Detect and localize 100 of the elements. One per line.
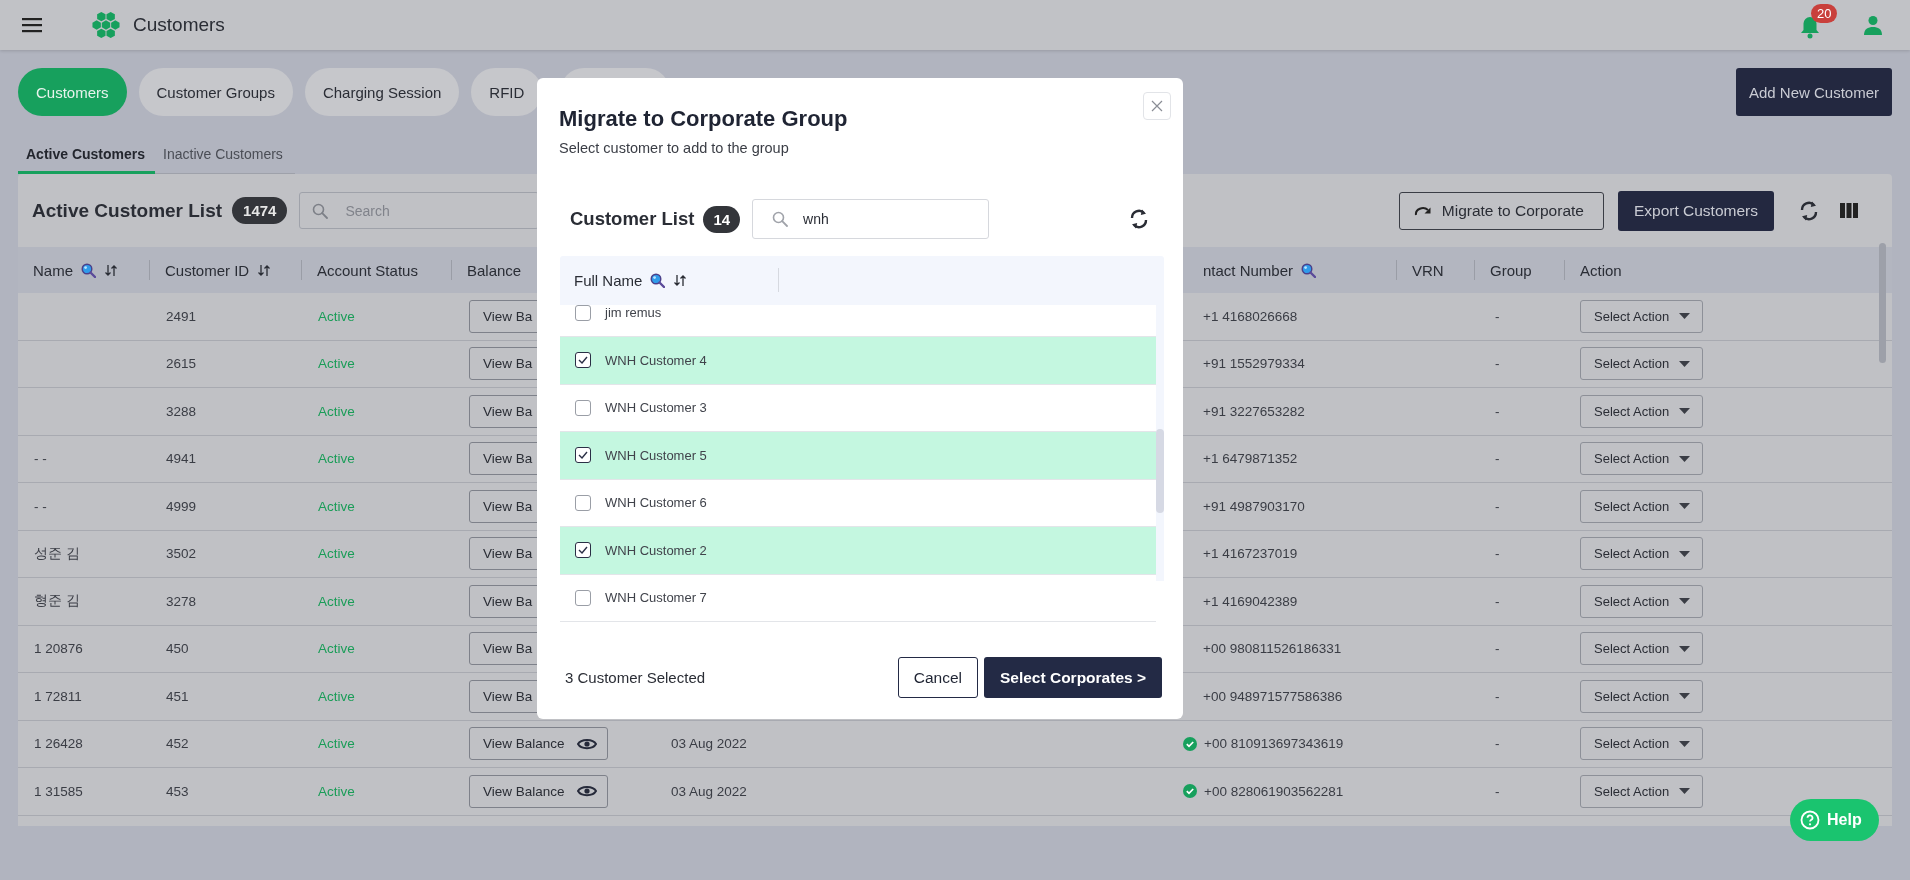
check-icon [578,356,588,365]
select-action-dropdown[interactable]: Select Action [1580,774,1704,808]
checkbox[interactable] [575,447,591,464]
caret-icon [1679,740,1691,747]
select-action-dropdown[interactable]: Select Action [1580,584,1704,618]
search-icon[interactable] [650,273,666,288]
caret-icon [1679,788,1691,795]
caret-icon [1679,313,1691,320]
checkbox[interactable] [575,542,591,559]
status-text: Active [318,546,355,562]
caret-icon [1679,503,1691,510]
caret-icon [1679,645,1691,652]
columns-icon[interactable] [1840,203,1858,218]
migrate-button[interactable]: Migrate to Corporate [1398,191,1604,230]
customer-row[interactable]: WNH Customer 2 [560,527,1156,575]
select-action-dropdown[interactable]: Select Action [1580,347,1704,381]
table-cell: +91 3227653282 [1203,403,1305,419]
export-button[interactable]: Export Customers [1617,190,1774,231]
redo-icon [1413,205,1432,216]
modal-title: Migrate to Corporate Group [559,106,848,132]
table-cell: - [1495,783,1500,799]
add-customer-button[interactable]: Add New Customer [1735,68,1892,116]
customer-name: WNH Customer 2 [605,542,707,558]
checkbox[interactable] [575,352,591,369]
checkbox[interactable] [575,589,591,606]
status-text: Active [318,308,355,324]
select-action-dropdown[interactable]: Select Action [1580,537,1704,571]
status-text: Active [318,498,355,514]
table-cell: +1 4169042389 [1203,593,1298,609]
sort-icon[interactable] [104,263,118,277]
tab[interactable]: Charging Session [304,68,460,116]
table-cell: 2615 [166,356,197,372]
refresh-icon[interactable] [1128,207,1150,231]
select-corporates-button[interactable]: Select Corporates > [983,657,1162,698]
table-cell: +00 980811526186331 [1203,641,1342,657]
modal-subtitle: Select customer to add to the group [559,140,790,156]
select-action-dropdown[interactable]: Select Action [1580,727,1704,761]
search-icon[interactable] [1301,262,1317,278]
table-cell: 1 31585 [34,783,83,799]
search-field[interactable]: wnh [752,199,990,239]
table-cell: 450 [166,641,189,657]
customer-name: WNH Customer 3 [605,400,707,416]
search-icon [312,203,329,219]
search-icon [772,211,789,227]
table-cell: +1 4167237019 [1203,546,1298,562]
select-action-dropdown[interactable]: Select Action [1580,632,1704,666]
sort-icon[interactable] [257,263,272,277]
table-cell: +00 948971577586386 [1203,688,1343,704]
table-cell: - [1495,403,1500,419]
table-cell: +91 1552979334 [1203,356,1305,372]
table-cell: - [1495,688,1500,704]
column-header: Customer ID [165,261,250,279]
select-action-dropdown[interactable]: Select Action [1580,442,1704,476]
select-action-dropdown[interactable]: Select Action [1580,679,1704,713]
column-header: Full Name [574,272,643,289]
list-title: Active Customer List [32,199,223,222]
menu-icon[interactable] [22,17,42,33]
search-field[interactable]: Search [299,192,540,229]
status-text: Active [318,783,355,799]
customer-row[interactable]: WNH Customer 4 [560,337,1156,385]
table-cell: - - [34,498,47,514]
table-cell: - [1495,451,1500,467]
close-button[interactable] [1143,92,1171,120]
checkbox[interactable] [575,494,591,511]
table-cell: 1 20876 [34,641,83,657]
table-cell: +1 6479871352 [1203,451,1298,467]
table-cell: 03 Aug 2022 [671,783,747,799]
customer-row[interactable]: WNH Customer 7 [560,574,1156,622]
status-text: Active [318,688,355,704]
customer-name: WNH Customer 7 [605,590,707,606]
page-title: Customers [133,14,225,36]
checkbox[interactable] [575,399,591,416]
caret-icon [1679,598,1691,605]
view-balance-button[interactable]: View Balance [469,727,608,761]
table-cell: +91 4987903170 [1203,498,1305,514]
table-cell: 2491 [166,308,197,324]
tab[interactable]: Customer Groups [138,68,293,116]
search-icon[interactable] [81,262,96,278]
cancel-button[interactable]: Cancel [897,657,978,698]
count-badge: 14 [703,205,741,233]
table-cell: 3288 [166,403,197,419]
sort-icon[interactable] [673,274,688,287]
column-header: Action [1580,261,1622,279]
select-action-dropdown[interactable]: Select Action [1580,489,1704,523]
table-cell: 형준 김 [34,592,80,611]
customer-name: jim remus [605,305,662,320]
table-cell: 3502 [166,546,197,562]
table-cell: +1 4168026668 [1203,308,1298,324]
select-action-dropdown[interactable]: Select Action [1580,299,1704,333]
table-cell: +00 810913697343619 [1204,736,1344,752]
column-header: Name [33,261,73,279]
view-balance-button[interactable]: View Balance [469,774,608,808]
checkbox[interactable] [575,305,591,321]
table-cell: 451 [166,688,189,704]
table-cell: +00 828061903562281 [1204,783,1344,799]
customer-row[interactable]: WNH Customer 5 [560,432,1156,480]
select-action-dropdown[interactable]: Select Action [1580,394,1704,428]
notification-badge: 20 [1811,4,1838,23]
selection-count: 3 Customer Selected [565,669,706,686]
sub-tab[interactable]: Inactive Customers [155,140,293,174]
